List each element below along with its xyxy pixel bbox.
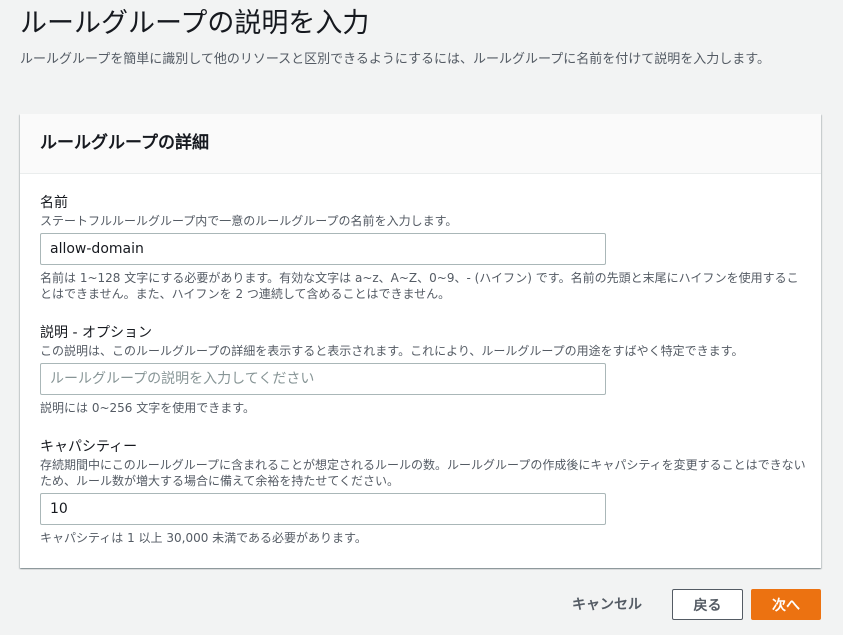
capacity-label: キャパシティー: [40, 439, 138, 455]
description-input[interactable]: [40, 363, 606, 395]
name-field: 名前 ステートフルルールグループ内で一意のルールグループの名前を入力します。 名…: [40, 194, 810, 302]
panel-header: ルールグループの詳細: [20, 114, 821, 174]
description-field: 説明 - オプション この説明は、このルールグループの詳細を表示すると表示されま…: [40, 324, 810, 416]
capacity-description: 存続期間中にこのルールグループに含まれることが想定されるルールの数。ルールグルー…: [40, 458, 806, 488]
capacity-input[interactable]: [40, 493, 606, 525]
back-button[interactable]: 戻る: [672, 589, 743, 620]
next-button[interactable]: 次へ: [751, 589, 821, 620]
page-description: ルールグループを簡単に識別して他のリソースと区別できるようにするには、ルールグル…: [20, 52, 770, 67]
page-title: ルールグループの説明を入力: [20, 8, 370, 39]
name-constraint: 名前は 1~128 文字にする必要があります。有効な文字は a~z、A~Z、0~…: [40, 271, 799, 301]
description-constraint: 説明には 0~256 文字を使用できます。: [40, 401, 256, 415]
panel-title: ルールグループの詳細: [40, 133, 209, 153]
rule-group-details-panel: ルールグループの詳細 名前 ステートフルルールグループ内で一意のルールグループの…: [20, 114, 821, 568]
name-description: ステートフルルールグループ内で一意のルールグループの名前を入力します。: [40, 214, 458, 228]
capacity-field: キャパシティー 存続期間中にこのルールグループに含まれることが想定されるルールの…: [40, 438, 810, 546]
description-label: 説明 - オプション: [40, 325, 152, 341]
capacity-constraint: キャパシティは 1 以上 30,000 未満である必要があります。: [40, 531, 367, 545]
name-label: 名前: [40, 195, 68, 211]
name-input[interactable]: [40, 233, 606, 265]
cancel-button[interactable]: キャンセル: [558, 589, 656, 619]
description-description: この説明は、このルールグループの詳細を表示すると表示されます。これにより、ルール…: [40, 344, 744, 358]
